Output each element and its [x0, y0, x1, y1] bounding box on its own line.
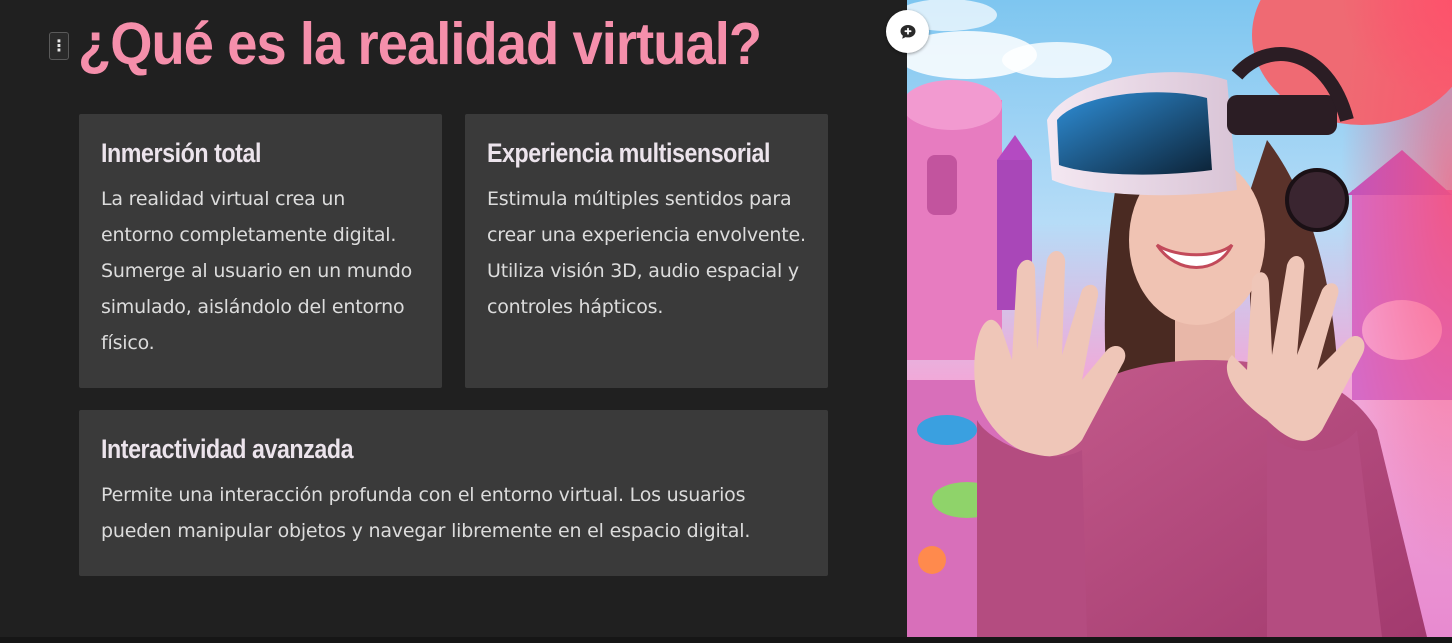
card-body: La realidad virtual crea un entorno comp…: [101, 188, 413, 354]
card-immersion[interactable]: Inmersión total La realidad virtual crea…: [79, 114, 442, 388]
block-drag-handle[interactable]: ⋮: [49, 32, 69, 60]
card-interactivity[interactable]: Interactividad avanzada Permite una inte…: [79, 410, 828, 576]
card-heading: Experiencia multisensorial: [487, 138, 771, 168]
card-body: Permite una interacción profunda con el …: [101, 484, 751, 542]
card-body: Estimula múltiples sentidos para crear u…: [487, 188, 806, 318]
card-multisensory[interactable]: Experiencia multisensorial Estimula múlt…: [465, 114, 828, 388]
slide-title[interactable]: ¿Qué es la realidad virtual?: [78, 6, 762, 82]
vr-illustration: [907, 0, 1452, 637]
card-heading: Interactividad avanzada: [101, 434, 354, 464]
bottom-divider: [0, 637, 1452, 643]
hero-image-vr-woman[interactable]: [907, 0, 1452, 637]
slide-canvas: ⋮ ¿Qué es la realidad virtual? Inmersión…: [0, 0, 1452, 637]
vertical-dots-icon: ⋮: [51, 36, 67, 55]
add-comment-button[interactable]: [886, 10, 929, 53]
card-heading: Inmersión total: [101, 138, 261, 168]
comment-plus-icon: [900, 24, 915, 39]
